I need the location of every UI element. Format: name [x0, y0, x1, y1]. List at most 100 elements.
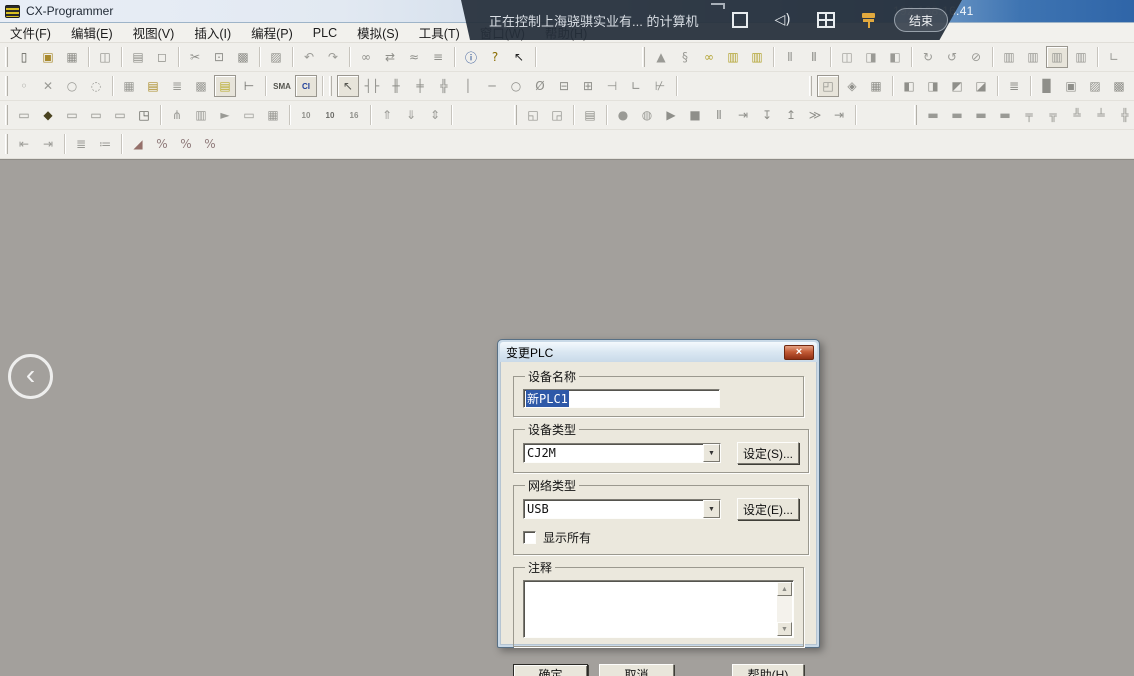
save-project-icon[interactable]: ▦	[61, 46, 83, 68]
sim-window2-icon[interactable]: ◲	[546, 104, 568, 126]
compare-with-plc-icon[interactable]: ◧	[884, 46, 906, 68]
pause-program-icon[interactable]: Ⅱ	[779, 46, 801, 68]
back-overlay-button[interactable]: ‹	[8, 354, 53, 399]
junction-tee-icon[interactable]: ╦	[1042, 104, 1064, 126]
transfer-to-plc-icon[interactable]: ◫	[836, 46, 858, 68]
mnemonic-tree-icon[interactable]: ⊢	[238, 75, 260, 97]
hex-view-icon[interactable]: 16	[343, 104, 365, 126]
info-icon[interactable]: ⓘ	[460, 46, 482, 68]
junction-cross-icon[interactable]: ╬	[1114, 104, 1134, 126]
new-project-icon[interactable]: ▯	[13, 46, 35, 68]
open-project-icon[interactable]: ▣	[37, 46, 59, 68]
contact-open-icon[interactable]: ┤├	[361, 75, 383, 97]
cancel-button[interactable]: 取消	[599, 664, 674, 676]
stop-monitor-icon[interactable]: ⊘	[965, 46, 987, 68]
print-doc-check-icon[interactable]: ◫	[94, 46, 116, 68]
rung-block3-icon[interactable]: ▬	[970, 104, 992, 126]
monitor-rack-icon[interactable]: ▥	[1022, 46, 1044, 68]
rung-block1-icon[interactable]: ▬	[922, 104, 944, 126]
marker-pen-icon[interactable]: ◢	[127, 133, 149, 155]
style-percent1-icon[interactable]: %	[151, 133, 173, 155]
plc-warning2-icon[interactable]: ▥	[746, 46, 768, 68]
flag-icon[interactable]: ►	[214, 104, 236, 126]
set-value-icon[interactable]: ◪	[970, 75, 992, 97]
junction-top-icon[interactable]: ╤	[1018, 104, 1040, 126]
step-out-icon[interactable]: ↥	[780, 104, 802, 126]
watch-window-icon[interactable]: ▭	[85, 104, 107, 126]
rung-wrap-icon[interactable]: ≔	[94, 133, 116, 155]
rung-block2-icon[interactable]: ▬	[946, 104, 968, 126]
signed-decimal-icon[interactable]: 10	[319, 104, 341, 126]
online-edit-icon[interactable]: §	[674, 46, 696, 68]
toolbar-drag-handle[interactable]	[5, 76, 8, 96]
horizontal-line-icon[interactable]: ─	[481, 75, 503, 97]
fullscreen-icon[interactable]	[732, 12, 748, 28]
dialog-list-icon[interactable]: ▭	[238, 104, 260, 126]
monitor-grid-icon[interactable]: ▩	[190, 75, 212, 97]
force-cancel-icon[interactable]: ◩	[946, 75, 968, 97]
plc-io-icon[interactable]: ▥	[190, 104, 212, 126]
instruction-set-icon[interactable]: ⊞	[577, 75, 599, 97]
cut-rung-icon[interactable]: ⋔	[166, 104, 188, 126]
sim-task-list-icon[interactable]: ▤	[579, 104, 601, 126]
panel-check-icon[interactable]: ▣	[1060, 75, 1082, 97]
menu-simulate[interactable]: 模拟(S)	[347, 21, 409, 44]
panel-cross-icon[interactable]: ▨	[1084, 75, 1106, 97]
ci-view-icon[interactable]: CI	[295, 75, 317, 97]
step-in-icon[interactable]: ↧	[756, 104, 778, 126]
dialog-close-button[interactable]: ×	[784, 345, 814, 360]
branch-line-icon[interactable]: ∟	[625, 75, 647, 97]
undo-icon[interactable]: ↶	[298, 46, 320, 68]
layers-icon[interactable]: ◈	[841, 75, 863, 97]
monitor-warning-icon[interactable]: ∞	[698, 46, 720, 68]
ok-button[interactable]: 确定	[513, 664, 588, 676]
end-session-button[interactable]: 结束	[894, 8, 948, 32]
indent-decrease-icon[interactable]: ⇤	[13, 133, 35, 155]
cut-icon[interactable]: ✂	[184, 46, 206, 68]
rung-list-icon[interactable]: ≣	[70, 133, 92, 155]
zoom-out-icon[interactable]: ✕	[37, 75, 59, 97]
zoom-in-icon[interactable]: ○	[61, 75, 83, 97]
menu-view[interactable]: 视图(V)	[123, 21, 185, 44]
coil-closed-icon[interactable]: Ø	[529, 75, 551, 97]
toolbar-drag-handle[interactable]	[514, 105, 517, 125]
address-list-icon[interactable]: ≣	[166, 75, 188, 97]
network-type-dropdown[interactable]: USB ▼	[523, 499, 721, 519]
pin-icon[interactable]	[861, 12, 877, 28]
watch-list-icon[interactable]: ≣	[1003, 75, 1025, 97]
time-chart-icon[interactable]: ∿	[1127, 46, 1134, 68]
dialog-titlebar[interactable]: 变更PLC ×	[500, 342, 817, 362]
panel-solid-icon[interactable]: ▉	[1036, 75, 1058, 97]
scroll-up-icon[interactable]: ▲	[777, 582, 792, 596]
clear-breakpoint-icon[interactable]: ◍	[636, 104, 658, 126]
style-percent3-icon[interactable]: %	[199, 133, 221, 155]
sim-stop-icon[interactable]: ■	[684, 104, 706, 126]
rung-comment-icon[interactable]: ▤	[142, 75, 164, 97]
plc-warning-icon[interactable]: ▥	[722, 46, 744, 68]
dialog-grid-icon[interactable]: ▦	[262, 104, 284, 126]
split-screen-icon[interactable]	[817, 12, 835, 28]
scroll-down-icon[interactable]: ▼	[777, 622, 792, 636]
decimal-view-icon[interactable]: 10	[295, 104, 317, 126]
help-icon[interactable]: ?	[484, 46, 506, 68]
device-type-dropdown[interactable]: CJ2M ▼	[523, 443, 721, 463]
monitor-update-down-icon[interactable]: ⇓	[400, 104, 422, 126]
menu-program[interactable]: 编程(P)	[241, 21, 303, 44]
junction-up-icon[interactable]: ╩	[1066, 104, 1088, 126]
work-online-icon[interactable]: ↻	[917, 46, 939, 68]
run-mode-icon[interactable]: ▥	[998, 46, 1020, 68]
menu-edit[interactable]: 编辑(E)	[61, 21, 123, 44]
window-run-icon[interactable]: ◰	[817, 75, 839, 97]
scan-run-icon[interactable]: ⇥	[828, 104, 850, 126]
volume-icon[interactable]: ◁)	[774, 12, 790, 28]
toolbar-drag-handle[interactable]	[809, 76, 812, 96]
copy-icon[interactable]: ⊡	[208, 46, 230, 68]
replace-ab-icon[interactable]: ≡	[427, 46, 449, 68]
device-name-input[interactable]: 新PLC1	[523, 389, 720, 408]
step-run-icon[interactable]: ⇥	[732, 104, 754, 126]
sim-run-icon[interactable]: ▶	[660, 104, 682, 126]
io-table-icon[interactable]: ▦	[865, 75, 887, 97]
junction-bottom-icon[interactable]: ╧	[1090, 104, 1112, 126]
transfer-from-plc-icon[interactable]: ◨	[860, 46, 882, 68]
menu-plc[interactable]: PLC	[303, 24, 347, 42]
